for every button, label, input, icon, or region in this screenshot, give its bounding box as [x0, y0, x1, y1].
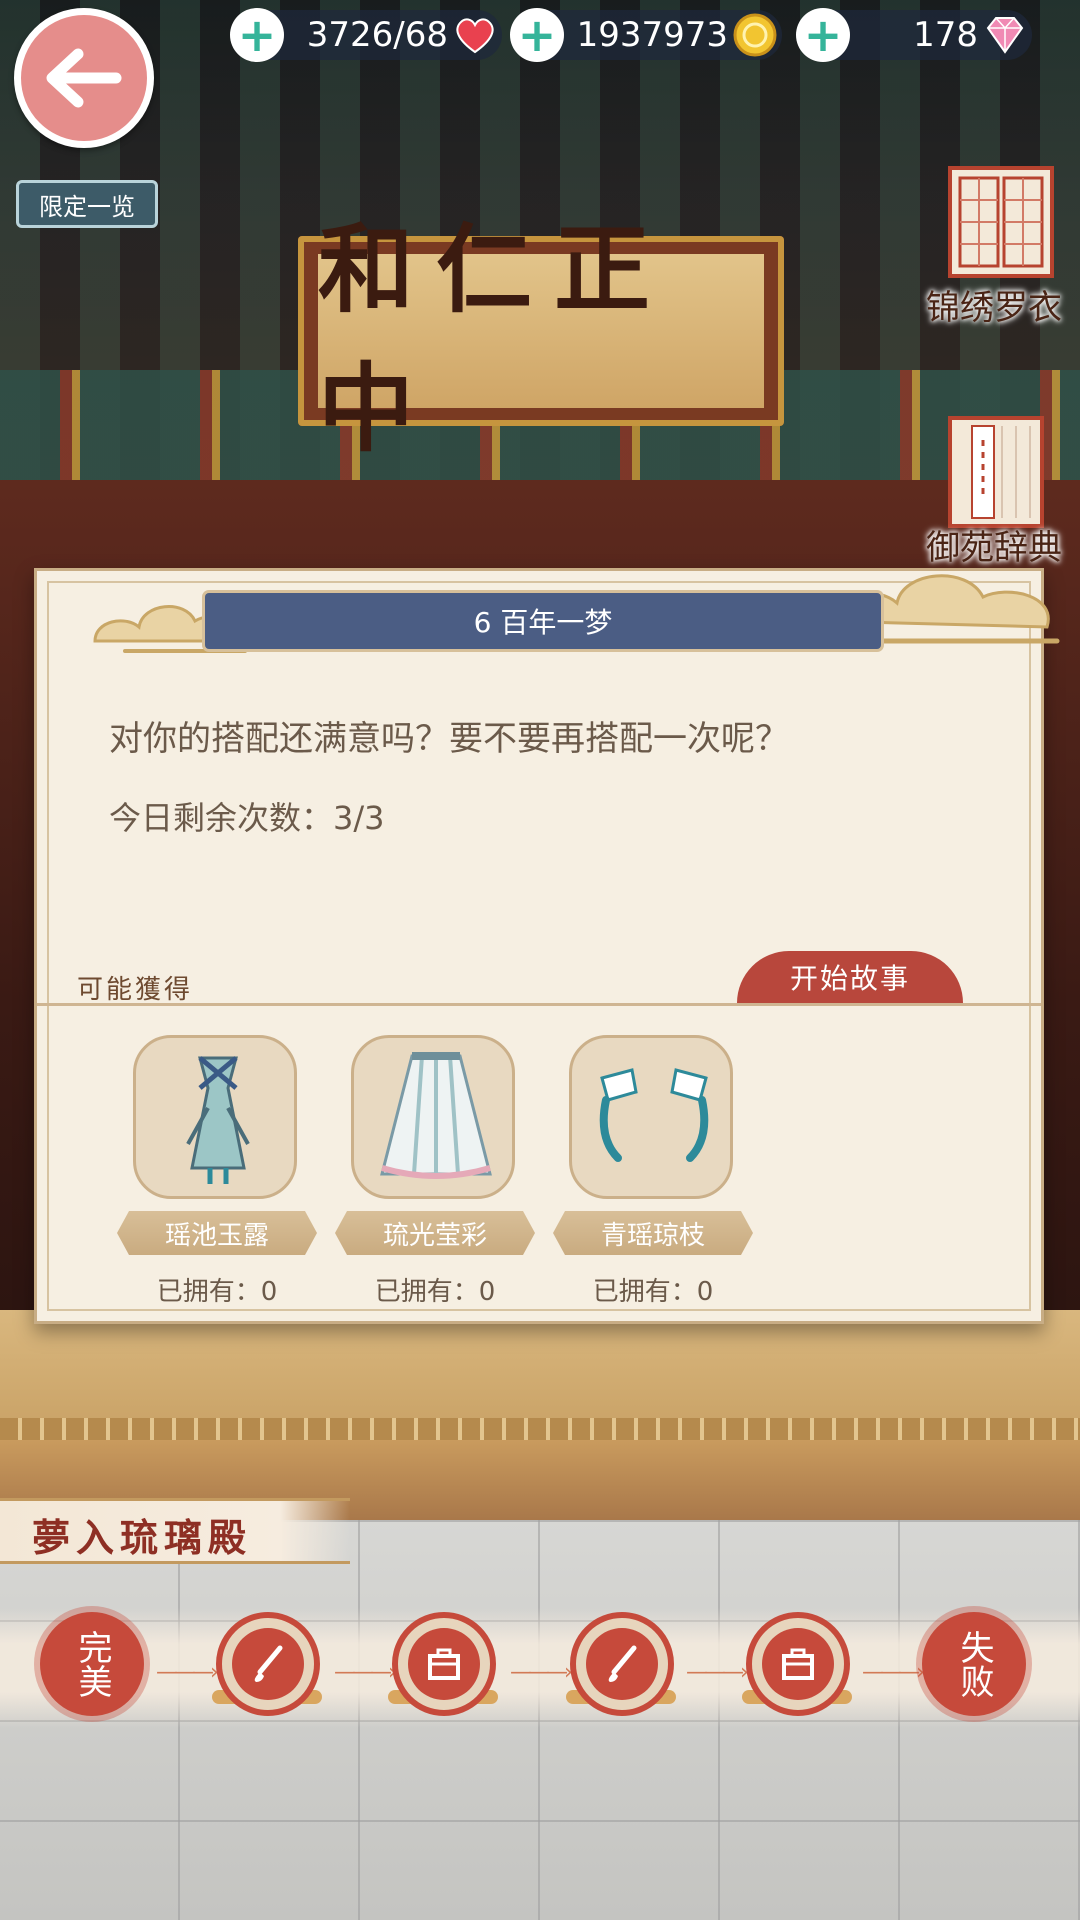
reward-name: 青瑶琼枝: [553, 1211, 753, 1255]
start-story-label: 开始故事: [789, 962, 910, 995]
step-node[interactable]: [570, 1612, 674, 1716]
limited-list-label: 限定一览: [39, 192, 135, 221]
stamina-value: 3726/68: [306, 15, 448, 55]
limited-list-button[interactable]: 限定一览: [16, 180, 158, 228]
dialog-title: 6 百年一梦: [473, 606, 613, 639]
reward-frame: [569, 1035, 733, 1199]
start-node-label: 完美: [72, 1630, 112, 1698]
wardrobe-cabinet-icon: [948, 166, 1054, 278]
add-gold-button[interactable]: +: [510, 8, 564, 62]
start-node-seal[interactable]: 完美: [40, 1612, 144, 1716]
path-arrow-icon: ———›: [862, 1660, 925, 1685]
chapter-name: 夢入琉璃殿: [32, 1515, 253, 1560]
wardrobe-label: 锦绣罗衣: [926, 288, 1062, 328]
plaque-text: 和仁正中: [318, 213, 672, 465]
reward-name: 琉光莹彩: [335, 1211, 535, 1255]
reward-owned-count: 已拥有：0: [374, 1277, 496, 1307]
reward-owned-count: 已拥有：0: [592, 1277, 714, 1307]
reward-frame: [351, 1035, 515, 1199]
end-node-label: 失败: [954, 1630, 994, 1698]
wardrobe-button[interactable]: 锦绣罗衣: [926, 166, 1066, 346]
start-story-button[interactable]: 开始故事: [737, 951, 963, 1003]
reward-frame: [133, 1035, 297, 1199]
brush-icon: [254, 1645, 283, 1682]
heart-icon: [456, 18, 494, 54]
brush-icon: [608, 1645, 637, 1682]
back-arrow-icon: [46, 48, 122, 108]
step-node[interactable]: [392, 1612, 496, 1716]
stage-rim: [0, 1418, 1080, 1440]
chapter-banner: 夢入琉璃殿: [0, 1498, 350, 1564]
gold-value: 1937973: [576, 15, 728, 55]
dress-outfit-icon: [186, 1056, 250, 1184]
reward-name: 瑶池玉露: [117, 1211, 317, 1255]
reward-owned-count: 已拥有：0: [156, 1277, 278, 1307]
add-diamond-button[interactable]: +: [796, 8, 850, 62]
path-arrow-icon: ———›: [686, 1660, 749, 1685]
diamond-counter: + 178: [796, 8, 1032, 62]
step-node[interactable]: [216, 1612, 320, 1716]
path-arrow-icon: ———›: [510, 1660, 573, 1685]
book-icon: [948, 416, 1044, 528]
possible-rewards-label: 可能獲得: [77, 975, 194, 1005]
add-stamina-button[interactable]: +: [230, 8, 284, 62]
gold-counter: + 1937973: [510, 8, 782, 62]
skirt-icon: [380, 1052, 492, 1179]
path-arrow-icon: ———›: [156, 1660, 219, 1685]
path-arrow-icon: ———›: [334, 1660, 397, 1685]
story-dialog: 6 百年一梦 对你的搭配还满意吗？要不要再搭配一次呢？ 今日剩余次数：3/3 可…: [34, 568, 1060, 1324]
dialog-message: 对你的搭配还满意吗？要不要再搭配一次呢？: [109, 719, 789, 759]
end-node-seal[interactable]: 失败: [922, 1612, 1026, 1716]
sleeve-accessory-icon: [599, 1068, 709, 1162]
step-node[interactable]: [746, 1612, 850, 1716]
diamond-value: 178: [913, 15, 978, 55]
chest-icon: [428, 1648, 460, 1680]
stamina-counter: + 3726/68: [230, 8, 502, 62]
palace-plaque: 和仁正中: [298, 213, 784, 465]
dialog-title-bar: 6 百年一梦: [205, 593, 881, 649]
chest-icon: [782, 1648, 814, 1680]
pink-diamond-icon: [986, 17, 1024, 54]
remaining-attempts: 今日剩余次数：3/3: [109, 799, 385, 837]
back-button[interactable]: [14, 8, 154, 148]
gold-coin-icon: [733, 13, 777, 57]
